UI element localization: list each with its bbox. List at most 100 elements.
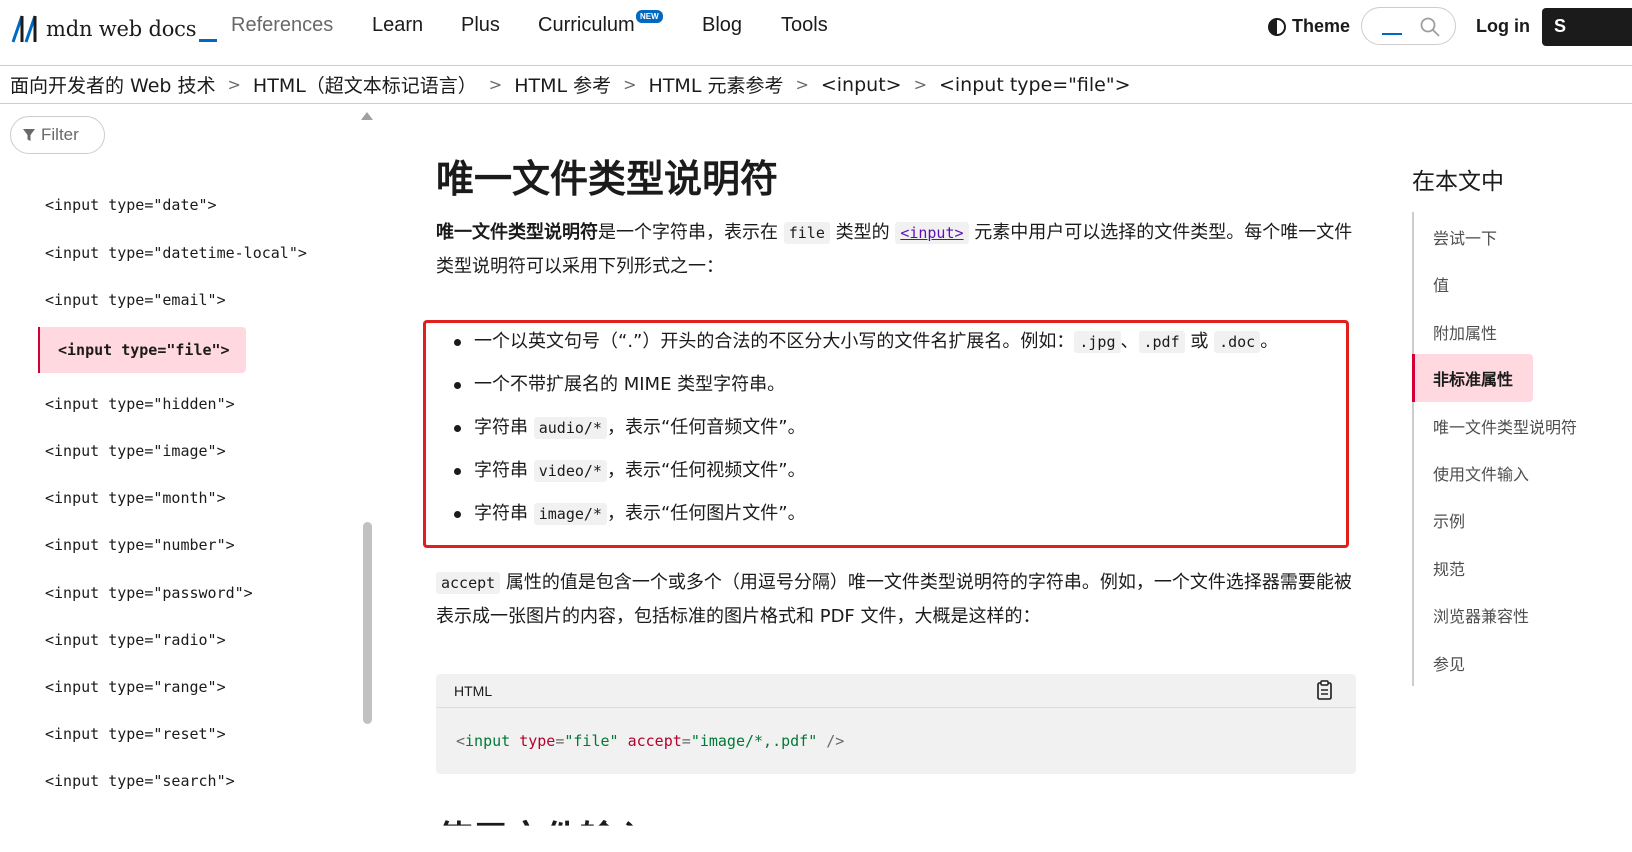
toc-divider — [1412, 212, 1414, 686]
filter-icon — [23, 128, 35, 141]
list-item-text: 或 — [1184, 331, 1215, 352]
sidebar-item-email[interactable]: <input type="email"> — [45, 291, 226, 309]
list-item-text: 。 — [1260, 331, 1279, 352]
mdn-logo-icon — [11, 15, 37, 43]
main-content: 唯一文件类型说明符 唯一文件类型说明符是一个字符串，表示在 file 类型的 <… — [423, 104, 1356, 852]
list-item: 一个以英文句号（“.”）开头的合法的不区分大小写的文件名扩展名。例如： .jpg、… — [454, 320, 1344, 363]
list-item: 字符串 audio/* ，表示“任何音频文件”。 — [454, 406, 1344, 449]
toc-item-try-it[interactable]: 尝试一下 — [1433, 225, 1497, 249]
chevron-right-icon: > — [488, 75, 503, 94]
filter-placeholder: Filter — [41, 125, 79, 144]
theme-button[interactable]: Theme — [1268, 16, 1350, 37]
toc-item-examples[interactable]: 示例 — [1433, 508, 1465, 532]
nav-plus[interactable]: Plus — [461, 14, 500, 37]
breadcrumb-item[interactable]: 面向开发者的 Web 技术 — [10, 71, 216, 98]
toc-item-using-file-inputs[interactable]: 使用文件输入 — [1433, 461, 1529, 485]
logo-text: mdn web docs — [46, 17, 197, 41]
list-item-text: ，表示“任何视频文件”。 — [606, 460, 806, 481]
mdn-logo[interactable]: mdn web docs — [10, 12, 218, 46]
new-badge: NEW — [636, 10, 663, 23]
list-item: 字符串 video/* ，表示“任何视频文件”。 — [454, 449, 1344, 492]
code-token: accept — [627, 732, 682, 750]
sidebar-item-date[interactable]: <input type="date"> — [45, 196, 217, 214]
breadcrumb-item[interactable]: HTML（超文本标记语言） — [253, 71, 477, 98]
search-icon — [1420, 17, 1440, 37]
toc-item-nonstandard-attributes[interactable]: 非标准属性 — [1412, 354, 1534, 402]
breadcrumb-item[interactable]: <input> — [821, 74, 902, 96]
inline-code: .doc — [1214, 331, 1261, 353]
sidebar-item-number[interactable]: <input type="number"> — [45, 536, 235, 554]
inline-code: image/* — [533, 503, 607, 525]
inline-code: audio/* — [533, 417, 607, 439]
sidebar-item-datetime-local[interactable]: <input type="datetime-local"> — [45, 244, 307, 262]
login-link[interactable]: Log in — [1476, 16, 1530, 37]
specifier-forms-list: 一个以英文句号（“.”）开头的合法的不区分大小写的文件名扩展名。例如： .jpg、… — [454, 320, 1344, 535]
breadcrumb-current[interactable]: <input type="file"> — [939, 74, 1131, 96]
code-example: HTML <input type="file" accept="image/*,… — [436, 674, 1356, 774]
toc-item-value[interactable]: 值 — [1433, 272, 1449, 296]
sidebar-item-range[interactable]: <input type="range"> — [45, 678, 226, 696]
code-token: input — [465, 732, 511, 750]
toc-title: 在本文中 — [1412, 169, 1504, 195]
filter-input[interactable]: Filter — [10, 116, 105, 154]
code-example-header: HTML — [436, 674, 1356, 708]
list-item-text: 字符串 — [474, 460, 534, 481]
sidebar-item-file-active[interactable]: <input type="file"> — [38, 327, 246, 373]
logo-cursor — [199, 38, 218, 42]
sidebar-scrollbar[interactable] — [363, 522, 372, 724]
nav-references[interactable]: References — [231, 14, 333, 37]
theme-icon — [1268, 17, 1286, 36]
inline-code: file — [783, 222, 830, 244]
list-item: 字符串 image/* ，表示“任何图片文件”。 — [454, 492, 1344, 535]
toc-item-unique-file-type-specifiers[interactable]: 唯一文件类型说明符 — [1433, 414, 1577, 438]
accept-text: 属性的值是包含一个或多个（用逗号分隔）唯一文件类型说明符的字符串。例如，一个文件… — [436, 572, 1352, 627]
code-content[interactable]: <input type="file" accept="image/*,.pdf"… — [436, 708, 1356, 774]
list-item-text: 一个以英文句号（“.”）开头的合法的不区分大小写的文件名扩展名。例如： — [474, 331, 1075, 352]
code-token: "image/*,.pdf" — [690, 732, 818, 750]
sidebar-item-search[interactable]: <input type="search"> — [45, 772, 235, 790]
code-token: type — [519, 732, 556, 750]
intro-paragraph: 唯一文件类型说明符是一个字符串，表示在 file 类型的 <input> 元素中… — [436, 216, 1354, 284]
code-token: "file" — [564, 732, 619, 750]
chevron-right-icon: > — [623, 75, 637, 94]
sidebar-item-reset[interactable]: <input type="reset"> — [45, 725, 226, 743]
sidebar-item-radio[interactable]: <input type="radio"> — [45, 631, 226, 649]
nav-curriculum[interactable]: Curriculum — [538, 14, 635, 37]
breadcrumb-item[interactable]: HTML 元素参考 — [649, 71, 784, 98]
inline-code: .pdf — [1138, 331, 1185, 353]
signup-button[interactable]: S — [1542, 8, 1632, 46]
list-item-text: 一个不带扩展名的 MIME 类型字符串。 — [474, 374, 786, 395]
copy-clipboard-icon[interactable] — [1316, 680, 1334, 700]
toc-item-see-also[interactable]: 参见 — [1433, 651, 1465, 675]
scroll-up-arrow-icon[interactable] — [361, 112, 373, 120]
search-caret — [1382, 33, 1402, 35]
intro-text: 是一个字符串，表示在 — [598, 222, 784, 243]
search-input[interactable] — [1361, 7, 1456, 45]
top-navigation: mdn web docs References Learn Plus Curri… — [0, 0, 1632, 66]
nav-learn[interactable]: Learn — [372, 14, 423, 37]
nav-blog[interactable]: Blog — [702, 14, 742, 37]
intro-bold-term: 唯一文件类型说明符 — [436, 222, 598, 243]
page-title: 唯一文件类型说明符 — [436, 157, 779, 201]
toc-item-browser-compatibility[interactable]: 浏览器兼容性 — [1433, 603, 1529, 627]
sidebar-item-image[interactable]: <input type="image"> — [45, 442, 226, 460]
sidebar-item-password[interactable]: <input type="password"> — [45, 584, 253, 602]
list-item-text: ，表示“任何图片文件”。 — [606, 503, 806, 524]
nav-tools[interactable]: Tools — [781, 14, 828, 37]
input-element-link[interactable]: <input> — [900, 224, 963, 242]
sidebar-item-month[interactable]: <input type="month"> — [45, 489, 226, 507]
code-token: < — [456, 732, 466, 750]
toc-item-specifications[interactable]: 规范 — [1433, 556, 1465, 580]
theme-label: Theme — [1292, 16, 1351, 36]
inline-code: video/* — [533, 460, 607, 482]
sidebar: Filter <input type="date"> <input type="… — [0, 104, 380, 852]
table-of-contents: 在本文中 尝试一下 值 附加属性 非标准属性 唯一文件类型说明符 使用文件输入 … — [1412, 104, 1632, 852]
inline-code: accept — [436, 572, 501, 594]
breadcrumb-item[interactable]: HTML 参考 — [514, 71, 611, 98]
list-item-text: 、 — [1120, 331, 1139, 352]
sidebar-item-hidden[interactable]: <input type="hidden"> — [45, 395, 235, 413]
list-item-text: 字符串 — [474, 503, 534, 524]
list-item: 一个不带扩展名的 MIME 类型字符串。 — [454, 363, 1344, 406]
code-language-label: HTML — [454, 683, 493, 699]
toc-item-additional-attributes[interactable]: 附加属性 — [1433, 320, 1497, 344]
